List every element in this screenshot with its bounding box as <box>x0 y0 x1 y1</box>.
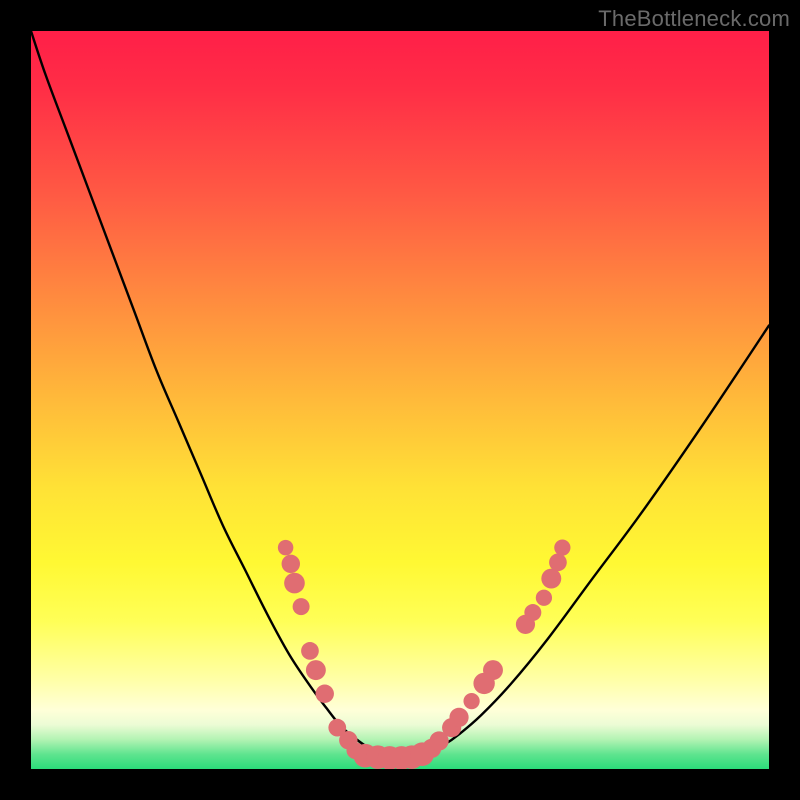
highlight-dot <box>449 708 468 727</box>
highlight-dot <box>282 555 300 573</box>
highlight-dot <box>316 685 334 703</box>
highlight-dot <box>293 598 310 615</box>
highlight-dot <box>483 660 503 680</box>
highlight-dot <box>463 693 479 709</box>
chart-frame: TheBottleneck.com <box>0 0 800 800</box>
highlight-dots <box>278 539 571 769</box>
highlight-dot <box>554 539 570 555</box>
plot-area <box>31 31 769 769</box>
highlight-dot <box>541 569 561 589</box>
highlight-dot <box>306 660 326 680</box>
highlight-dot <box>524 604 541 621</box>
highlight-dot <box>284 573 305 594</box>
highlight-dot <box>549 554 567 572</box>
highlight-dot <box>301 642 319 660</box>
bottleneck-curve <box>31 31 769 757</box>
highlight-dot <box>278 540 294 556</box>
watermark-text: TheBottleneck.com <box>598 6 790 32</box>
curve-layer <box>31 31 769 769</box>
highlight-dot <box>536 590 552 606</box>
